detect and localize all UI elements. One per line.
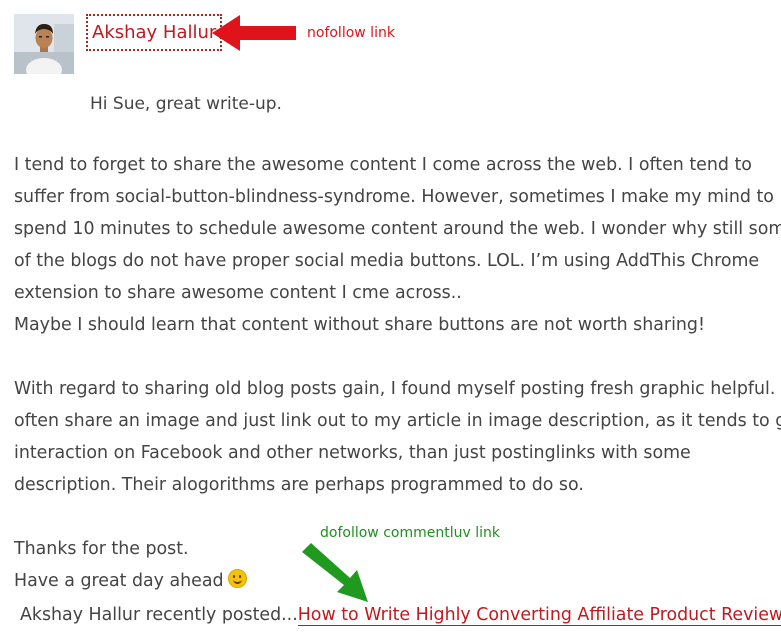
comment-line: interaction on Facebook and other networ… [14, 443, 691, 463]
comment-line: spend 10 minutes to schedule awesome con… [14, 219, 781, 239]
comment-closing: Have a great day ahead [14, 571, 224, 591]
comment-line: description. Their alogorithms are perha… [14, 475, 584, 495]
comment-line: of the blogs do not have proper social m… [14, 251, 760, 271]
recently-posted-prefix: Akshay Hallur recently posted... [20, 605, 298, 625]
comment-line: Maybe I should learn that content withou… [14, 315, 705, 335]
comment-greeting: Hi Sue, great write-up. [90, 94, 282, 114]
comment-line: extension to share awesome content I cme… [14, 283, 462, 303]
arrow-left-icon [212, 15, 296, 51]
comment-line: With regard to sharing old blog posts ga… [14, 379, 781, 399]
commentluv-line: Akshay Hallur recently posted...How to W… [20, 602, 781, 628]
smiley-icon [227, 569, 247, 588]
arrow-down-right-icon [302, 543, 368, 602]
comment-line: I tend to forget to share the awesome co… [14, 155, 752, 175]
dofollow-annotation: dofollow commentluv link [320, 525, 500, 541]
avatar [14, 14, 74, 74]
comment-closing-line: Have a great day ahead [14, 565, 778, 597]
commentluv-link[interactable]: How to Write Highly Converting Affiliate… [297, 605, 781, 626]
comment-line: suffer from social-button-blindness-synd… [14, 187, 774, 207]
nofollow-annotation: nofollow link [307, 25, 395, 41]
comment-line: often share an image and just link out t… [14, 411, 781, 431]
comment-author-link[interactable]: Akshay Hallur [86, 14, 223, 51]
